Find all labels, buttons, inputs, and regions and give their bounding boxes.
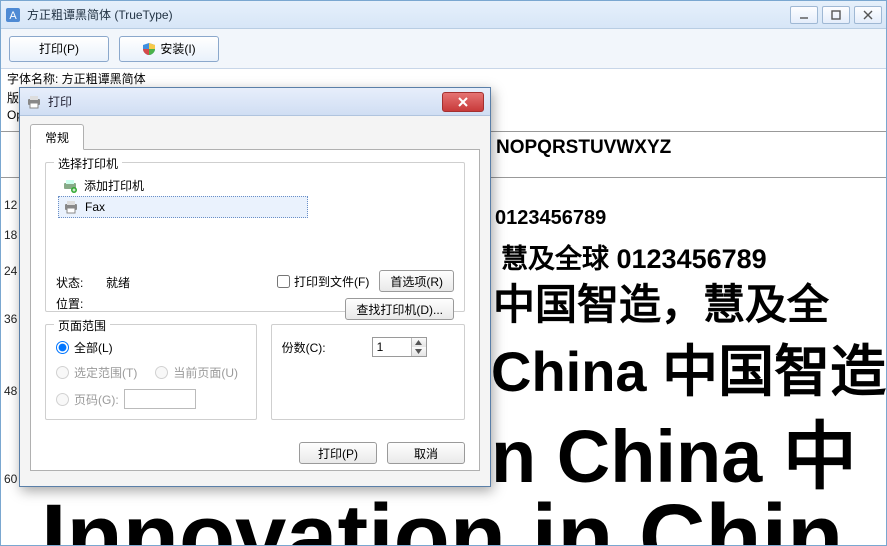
dialog-title: 打印	[48, 93, 442, 110]
maximize-button[interactable]	[822, 6, 850, 24]
window-title: 方正粗谭黑简体 (TrueType)	[27, 6, 790, 23]
copies-up-button[interactable]	[412, 338, 426, 347]
range-all-label: 全部(L)	[74, 339, 113, 356]
add-printer-label: 添加打印机	[84, 177, 144, 194]
copies-spinner[interactable]	[372, 337, 427, 357]
printer-list[interactable]: 添加打印机 Fax	[56, 173, 454, 222]
range-pages-label: 页码(G):	[74, 391, 119, 408]
range-selection-label: 选定范围(T)	[74, 364, 137, 381]
sample-72: Innovation in Chin	[41, 485, 886, 545]
range-all-row[interactable]: 全部(L)	[56, 339, 246, 356]
page-range-group: 页面范围 全部(L) 选定范围(T) 当前页面(U)	[45, 324, 257, 420]
add-printer-item[interactable]: 添加打印机	[58, 175, 454, 196]
svg-text:A: A	[9, 10, 17, 22]
status-label: 状态:	[56, 274, 100, 291]
range-pages-radio	[56, 393, 69, 406]
tab-panel-general: 选择打印机 添加打印机 Fax 状态: 就绪	[30, 149, 480, 471]
range-pages-input[interactable]	[124, 389, 196, 409]
dialog-body: 常规 选择打印机 添加打印机 Fax	[20, 116, 490, 486]
sample-alpha: NOPQRSTUVWXYZ	[496, 137, 886, 159]
printer-select-group: 选择打印机 添加打印机 Fax 状态: 就绪	[45, 162, 465, 312]
print-button[interactable]: 打印(P)	[9, 36, 109, 62]
copies-down-button[interactable]	[412, 347, 426, 356]
status-value: 就绪	[106, 274, 130, 291]
main-titlebar: A 方正粗谭黑简体 (TrueType)	[1, 1, 886, 29]
dialog-print-button[interactable]: 打印(P)	[299, 442, 377, 464]
close-window-button[interactable]	[854, 6, 882, 24]
sample-48: China 中国智造	[491, 327, 886, 408]
printer-icon	[26, 94, 42, 110]
printer-fax-label: Fax	[85, 200, 105, 214]
dialog-titlebar[interactable]: 打印	[20, 88, 490, 116]
range-current-row: 当前页面(U)	[155, 364, 238, 381]
print-dialog: 打印 常规 选择打印机 添加打印机 Fax	[19, 87, 491, 487]
add-printer-icon	[62, 178, 78, 194]
preferences-button[interactable]: 首选项(R)	[379, 270, 454, 292]
print-to-file-label: 打印到文件(F)	[294, 273, 369, 290]
find-printer-button[interactable]: 查找打印机(D)...	[345, 298, 454, 320]
uac-shield-icon	[142, 42, 156, 56]
range-selection-radio	[56, 366, 69, 379]
tab-general[interactable]: 常规	[30, 124, 84, 150]
range-pages-row: 页码(G):	[56, 389, 246, 409]
copies-group: 份数(C):	[271, 324, 465, 420]
install-button-label: 安装(I)	[160, 40, 195, 57]
range-current-label: 当前页面(U)	[173, 364, 238, 381]
range-current-radio	[155, 366, 168, 379]
font-app-icon: A	[5, 7, 21, 23]
font-name-line: 字体名称: 方正粗谭黑简体	[1, 69, 886, 88]
group-legend-range: 页面范围	[54, 317, 110, 334]
install-button[interactable]: 安装(I)	[119, 36, 219, 62]
location-label: 位置:	[56, 295, 100, 312]
toolbar: 打印(P) 安装(I)	[1, 29, 886, 69]
sample-36: 中国智造，慧及全	[493, 271, 886, 332]
copies-label: 份数(C):	[282, 339, 326, 356]
dialog-close-button[interactable]	[442, 92, 484, 112]
fax-icon	[63, 199, 79, 215]
range-all-radio[interactable]	[56, 341, 69, 354]
group-legend-printer: 选择打印机	[54, 155, 122, 172]
minimize-button[interactable]	[790, 6, 818, 24]
range-selection-row: 选定范围(T)	[56, 364, 137, 381]
copies-input[interactable]	[373, 338, 411, 356]
print-to-file-input[interactable]	[277, 275, 290, 288]
dialog-cancel-button[interactable]: 取消	[387, 442, 465, 464]
sample-18: 0123456789	[495, 207, 886, 230]
print-to-file-checkbox[interactable]: 打印到文件(F)	[277, 273, 369, 290]
printer-fax-item[interactable]: Fax	[58, 196, 308, 218]
